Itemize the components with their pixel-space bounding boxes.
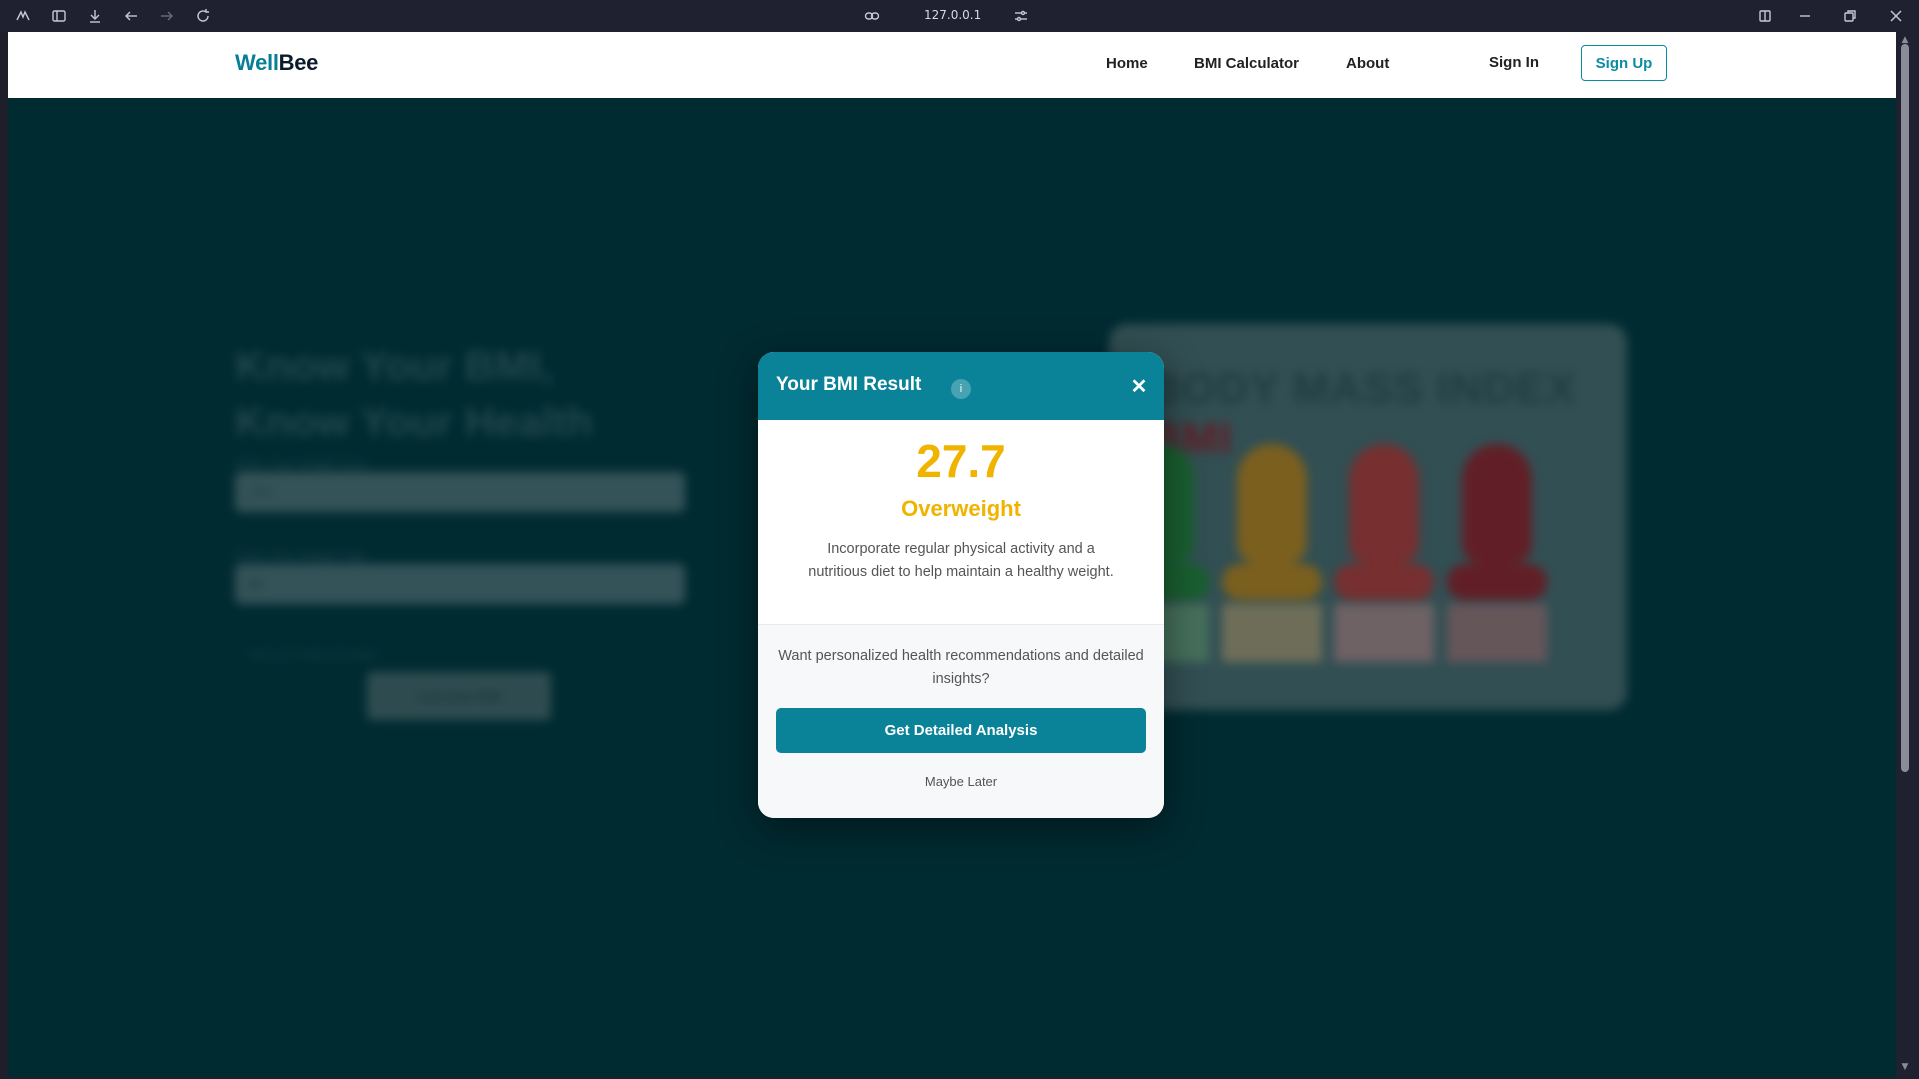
- weight-input[interactable]: [235, 564, 685, 604]
- modal-title: Your BMI Result: [776, 374, 922, 395]
- bmi-chart-title-prefix: BODY MASS INDEX: [1149, 364, 1577, 413]
- site-settings-icon[interactable]: [1013, 8, 1029, 24]
- minimize-icon[interactable]: [1797, 8, 1813, 24]
- bmi-result-modal: Your BMI Result i ✕ 27.7 Overweight Inco…: [758, 352, 1164, 818]
- forward-icon[interactable]: [159, 8, 175, 24]
- sign-up-button[interactable]: Sign Up: [1581, 45, 1667, 81]
- bmi-range-pill: [1222, 564, 1322, 600]
- page-viewport: WellBee Home BMI Calculator About Sign I…: [8, 32, 1896, 1077]
- link-icon[interactable]: [864, 8, 880, 24]
- back-icon[interactable]: [123, 8, 139, 24]
- site-logo[interactable]: WellBee: [235, 50, 318, 76]
- nav-link-home[interactable]: Home: [1106, 55, 1148, 72]
- obese-figure-icon: [1349, 444, 1419, 564]
- height-input-value: 170: [248, 484, 272, 500]
- restore-icon[interactable]: [1842, 8, 1858, 24]
- bmi-advice: Incorporate regular physical activity an…: [808, 541, 1114, 580]
- sign-in-link[interactable]: Sign In: [1489, 54, 1539, 71]
- bmi-value: 27.7: [916, 435, 1006, 487]
- input-hint: * Input your height and weight: [243, 650, 376, 661]
- scroll-down-arrow-icon[interactable]: ▼: [1900, 1062, 1910, 1072]
- browser-toolbar: 127.0.0.1: [0, 0, 1919, 32]
- site-navbar: WellBee Home BMI Calculator About Sign I…: [8, 32, 1896, 98]
- modal-header: Your BMI Result i ✕: [758, 352, 1164, 420]
- bmi-category-box: [1334, 604, 1434, 662]
- get-detailed-analysis-button[interactable]: Get Detailed Analysis: [776, 708, 1146, 753]
- bmi-range-pill: [1447, 564, 1547, 600]
- height-input[interactable]: [235, 472, 685, 512]
- bmi-category-box: [1222, 604, 1322, 662]
- extremely-obese-figure-icon: [1462, 444, 1532, 564]
- close-window-icon[interactable]: [1888, 8, 1904, 24]
- info-icon[interactable]: i: [951, 379, 971, 399]
- scroll-thumb[interactable]: [1901, 44, 1909, 772]
- hero-title-line-1: Know Your BMI,: [235, 342, 554, 389]
- close-icon[interactable]: ✕: [1128, 375, 1150, 398]
- nav-link-about[interactable]: About: [1346, 55, 1389, 72]
- overweight-figure-icon: [1237, 444, 1307, 564]
- weight-label: Enter Your Weight (kg): [235, 548, 366, 563]
- logo-text-bee: Bee: [278, 50, 319, 75]
- split-view-icon[interactable]: [1757, 8, 1773, 24]
- bmi-category: Overweight: [901, 496, 1021, 521]
- nav-link-bmi-calculator[interactable]: BMI Calculator: [1194, 55, 1299, 72]
- app-menu-icon[interactable]: [15, 8, 31, 24]
- modal-footer: Want personalized health recommendations…: [758, 624, 1164, 818]
- height-label: Enter Your Height (cm): [235, 456, 367, 471]
- calculate-bmi-button[interactable]: Calculate BMI: [367, 672, 551, 720]
- logo-text-well: Well: [235, 50, 279, 75]
- reload-icon[interactable]: [195, 8, 211, 24]
- maybe-later-link[interactable]: Maybe Later: [758, 774, 1164, 789]
- weight-input-value: 80: [248, 576, 264, 592]
- sidebar-toggle-icon[interactable]: [51, 8, 67, 24]
- download-icon[interactable]: [87, 8, 103, 24]
- bmi-chart-card: BODY MASS INDEX BMI: [1109, 324, 1627, 710]
- bmi-range-pill: [1334, 564, 1434, 600]
- cta-text: Want personalized health recommendations…: [778, 648, 1144, 687]
- address-bar-url[interactable]: 127.0.0.1: [924, 8, 981, 22]
- hero-title-line-2: Know Your Health: [235, 398, 593, 445]
- hero-title: Know Your BMI, Know Your Health: [235, 338, 593, 450]
- bmi-category-box: [1447, 604, 1547, 662]
